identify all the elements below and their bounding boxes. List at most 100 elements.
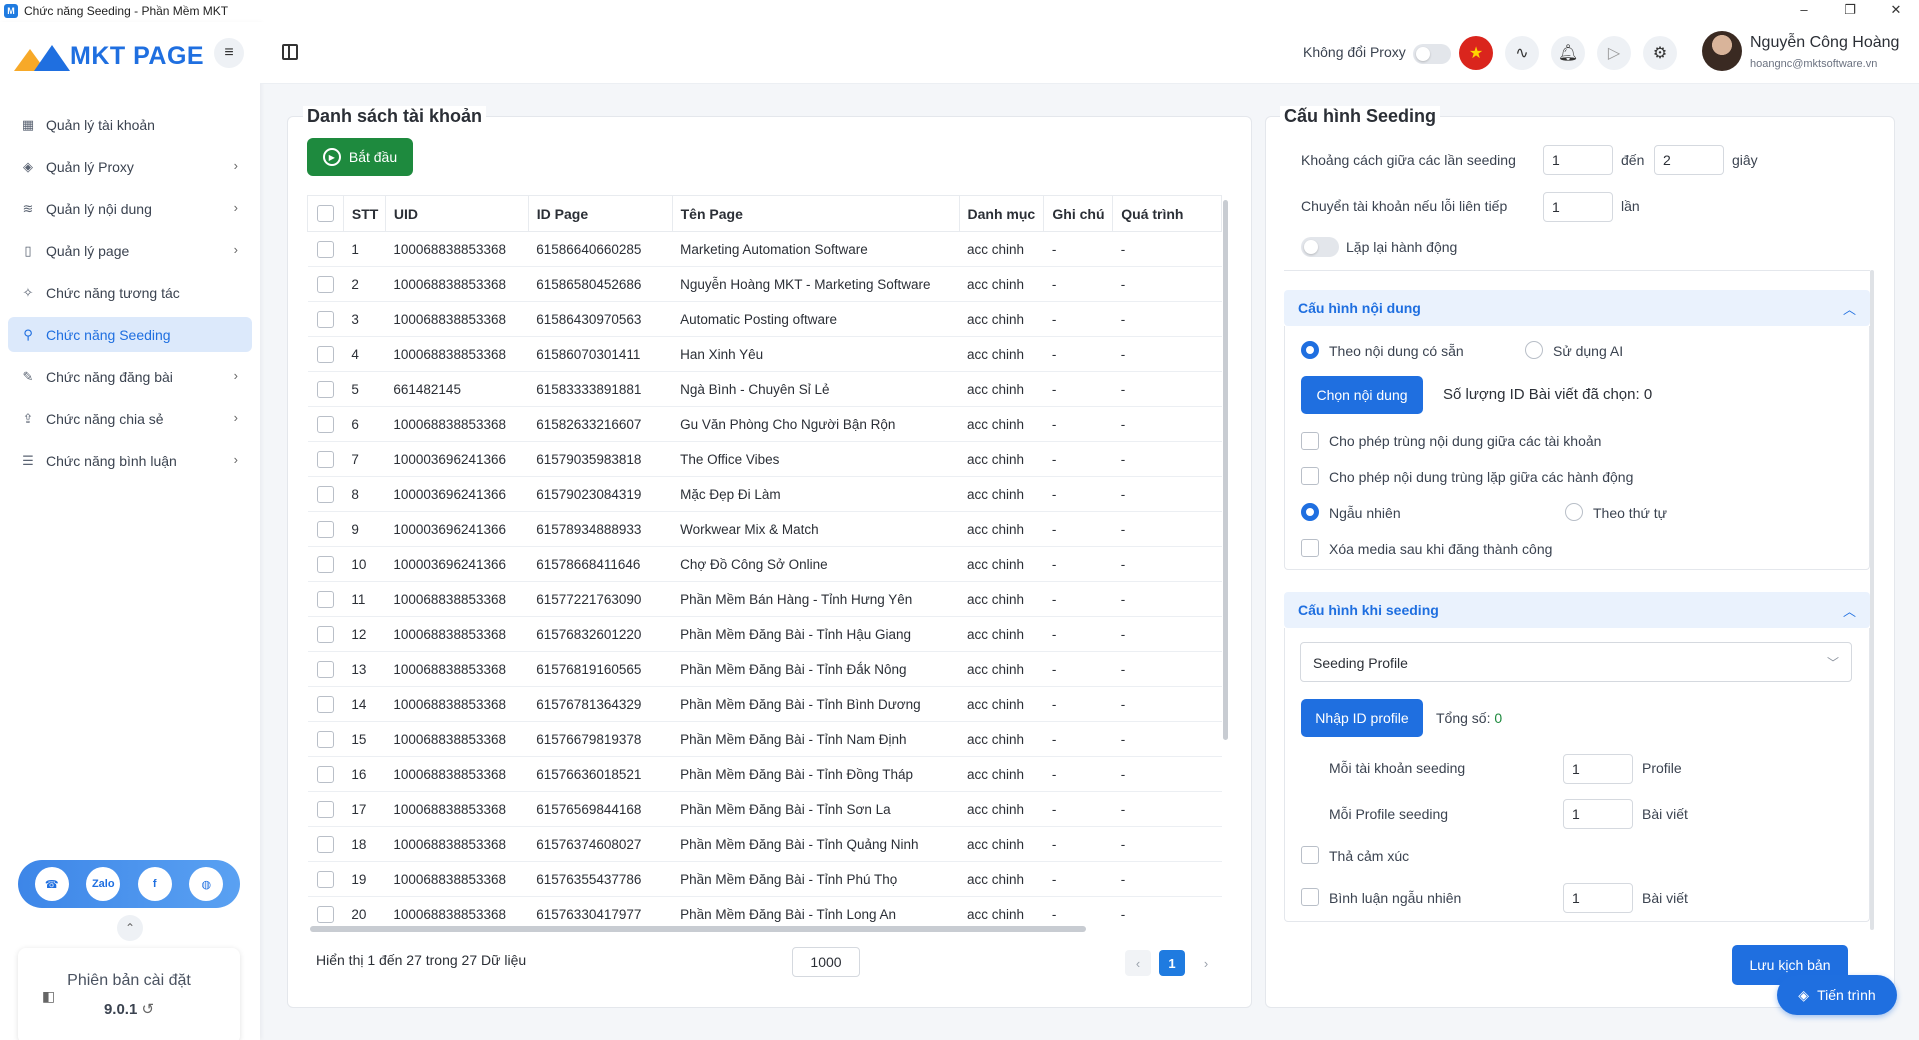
repeat-action-toggle[interactable] bbox=[1301, 237, 1339, 257]
sidebar-item-8[interactable]: ☰ Chức năng bình luận › bbox=[8, 443, 252, 478]
row-checkbox[interactable] bbox=[316, 905, 334, 923]
random-comment-input[interactable]: 1 bbox=[1563, 883, 1633, 913]
column-header-page-name[interactable]: Tên Page bbox=[671, 195, 960, 232]
zalo-icon[interactable]: Zalo bbox=[86, 867, 121, 901]
sidebar-item-2[interactable]: ≋ Quản lý nội dung › bbox=[8, 191, 252, 226]
table-row[interactable]: 18 100068838853368 61576374608027 Phần Mềm … bbox=[307, 826, 1222, 862]
per-profile-input[interactable]: 1 bbox=[1563, 799, 1633, 829]
per-account-input[interactable]: 1 bbox=[1563, 754, 1633, 784]
row-checkbox[interactable] bbox=[316, 415, 334, 433]
close-button[interactable]: ✕ bbox=[1873, 0, 1919, 22]
sidebar-item-7[interactable]: ⇪ Chức năng chia sẻ › bbox=[8, 401, 252, 436]
row-checkbox[interactable] bbox=[316, 625, 334, 643]
next-page-icon[interactable]: › bbox=[1193, 950, 1219, 976]
radio-use-ai[interactable] bbox=[1525, 341, 1543, 359]
sidebar-item-4[interactable]: ✧ Chức năng tương tác bbox=[8, 275, 252, 310]
interval-from-input[interactable]: 1 bbox=[1543, 145, 1613, 175]
row-checkbox[interactable] bbox=[316, 835, 334, 853]
allow-dup-actions-checkbox[interactable] bbox=[1301, 467, 1319, 485]
progress-fab-button[interactable]: ◈ Tiến trình bbox=[1777, 975, 1897, 1015]
table-row[interactable]: 13 100068838853368 61576819160565 Phần Mềm … bbox=[307, 651, 1222, 687]
play-circle-icon[interactable]: ▷ bbox=[1597, 36, 1631, 70]
vietnam-flag-icon[interactable]: ★ bbox=[1459, 36, 1493, 70]
radio-random[interactable] bbox=[1301, 503, 1319, 521]
table-row[interactable]: 10 100003696241366 61578668411646 Chợ Đồ Cô… bbox=[307, 546, 1222, 582]
row-checkbox[interactable] bbox=[316, 345, 334, 363]
maximize-button[interactable]: ❐ bbox=[1827, 0, 1873, 22]
gear-icon[interactable]: ⚙ bbox=[1643, 36, 1677, 70]
allow-dup-accounts-checkbox[interactable] bbox=[1301, 432, 1319, 450]
row-checkbox[interactable] bbox=[316, 310, 334, 328]
row-checkbox[interactable] bbox=[316, 555, 334, 573]
interval-to-input[interactable]: 2 bbox=[1654, 145, 1724, 175]
history-icon[interactable]: ↺ bbox=[141, 1001, 154, 1018]
chevron-up-icon[interactable]: ︿ bbox=[1843, 601, 1856, 620]
choose-content-button[interactable]: Chọn nội dung bbox=[1301, 376, 1423, 414]
row-checkbox[interactable] bbox=[316, 800, 334, 818]
table-row[interactable]: 12 100068838853368 61576832601220 Phần Mềm … bbox=[307, 616, 1222, 652]
activity-icon[interactable]: ∿ bbox=[1505, 36, 1539, 70]
bell-icon[interactable]: 🔔︎ bbox=[1551, 36, 1585, 70]
seeding-type-select[interactable]: Seeding Profile ﹀ bbox=[1300, 642, 1852, 682]
table-row[interactable]: 16 100068838853368 61576636018521 Phần Mềm … bbox=[307, 756, 1222, 792]
row-checkbox[interactable] bbox=[316, 275, 334, 293]
sidebar-item-3[interactable]: ▯ Quản lý page › bbox=[8, 233, 252, 268]
table-horizontal-scrollbar[interactable] bbox=[310, 926, 1086, 932]
import-profile-button[interactable]: Nhập ID profile bbox=[1301, 699, 1423, 737]
row-checkbox[interactable] bbox=[316, 240, 334, 258]
prev-page-icon[interactable]: ‹ bbox=[1125, 950, 1151, 976]
page-button-current[interactable]: 1 bbox=[1159, 950, 1185, 976]
table-row[interactable]: 14 100068838853368 61576781364329 Phần Mềm … bbox=[307, 686, 1222, 722]
row-checkbox[interactable] bbox=[316, 765, 334, 783]
table-row[interactable]: 20 100068838853368 61576330417977 Phần Mềm … bbox=[307, 896, 1222, 930]
sidebar-item-6[interactable]: ✎ Chức năng đăng bài › bbox=[8, 359, 252, 394]
table-row[interactable]: 9 100003696241366 61578934888933 Workwear M… bbox=[307, 511, 1222, 547]
row-checkbox[interactable] bbox=[316, 870, 334, 888]
chevron-up-icon[interactable]: ︿ bbox=[1843, 299, 1856, 318]
column-header-stt[interactable]: STT bbox=[342, 195, 386, 232]
layout-toggle-icon[interactable] bbox=[282, 44, 298, 60]
row-checkbox[interactable] bbox=[316, 730, 334, 748]
radio-sequential[interactable] bbox=[1565, 503, 1583, 521]
proxy-toggle[interactable] bbox=[1413, 44, 1451, 64]
column-header-progress[interactable]: Quá trình bbox=[1112, 195, 1222, 232]
row-checkbox[interactable] bbox=[316, 450, 334, 468]
row-checkbox[interactable] bbox=[316, 660, 334, 678]
table-row[interactable]: 19 100068838853368 61576355437786 Phần Mềm … bbox=[307, 861, 1222, 897]
menu-toggle-icon[interactable]: ≡ bbox=[214, 38, 244, 68]
table-row[interactable]: 2 100068838853368 61586580452686 Nguyễn Hoà… bbox=[307, 266, 1222, 302]
globe-icon[interactable]: ◍ bbox=[189, 867, 224, 901]
facebook-icon[interactable]: f bbox=[137, 867, 172, 901]
config-scrollbar[interactable] bbox=[1870, 270, 1874, 930]
column-header-note[interactable]: Ghi chú bbox=[1043, 195, 1114, 232]
sidebar-item-0[interactable]: ▦ Quản lý tài khoản bbox=[8, 107, 252, 142]
column-header-category[interactable]: Danh mục bbox=[958, 195, 1045, 232]
table-row[interactable]: 1 100068838853368 61586640660285 Marketing … bbox=[307, 231, 1222, 267]
row-checkbox[interactable] bbox=[316, 520, 334, 538]
delete-media-checkbox[interactable] bbox=[1301, 539, 1319, 557]
radio-available-content[interactable] bbox=[1301, 341, 1319, 359]
row-checkbox[interactable] bbox=[316, 695, 334, 713]
minimize-button[interactable]: – bbox=[1781, 0, 1827, 22]
random-comment-checkbox[interactable] bbox=[1301, 888, 1319, 906]
table-row[interactable]: 17 100068838853368 61576569844168 Phần Mềm … bbox=[307, 791, 1222, 827]
support-icon[interactable]: ☎ bbox=[34, 867, 69, 901]
table-row[interactable]: 5 661482145 61583333891881 Ngà Bình - Chuyê… bbox=[307, 371, 1222, 407]
table-row[interactable]: 6 100068838853368 61582633216607 Gu Văn Phò… bbox=[307, 406, 1222, 442]
table-row[interactable]: 8 100003696241366 61579023084319 Mặc Đẹp Đi… bbox=[307, 476, 1222, 512]
avatar[interactable] bbox=[1702, 31, 1742, 71]
column-header-id-page[interactable]: ID Page bbox=[527, 195, 673, 232]
table-row[interactable]: 3 100068838853368 61586430970563 Automatic … bbox=[307, 301, 1222, 337]
sidebar-item-5[interactable]: ⚲ Chức năng Seeding bbox=[8, 317, 252, 352]
brand-logo[interactable]: MKT PAGE bbox=[14, 36, 204, 76]
collapse-up-icon[interactable]: ⌃ bbox=[117, 915, 143, 941]
table-row[interactable]: 7 100003696241366 61579035983818 The Office… bbox=[307, 441, 1222, 477]
content-config-header[interactable]: Cấu hình nội dung ︿ bbox=[1284, 290, 1870, 326]
select-all-checkbox[interactable] bbox=[316, 205, 334, 223]
table-row[interactable]: 15 100068838853368 61576679819378 Phần Mềm … bbox=[307, 721, 1222, 757]
switch-account-input[interactable]: 1 bbox=[1543, 192, 1613, 222]
start-button[interactable]: ▶ Bắt đầu bbox=[307, 138, 413, 176]
row-checkbox[interactable] bbox=[316, 380, 334, 398]
row-checkbox[interactable] bbox=[316, 590, 334, 608]
row-checkbox[interactable] bbox=[316, 485, 334, 503]
